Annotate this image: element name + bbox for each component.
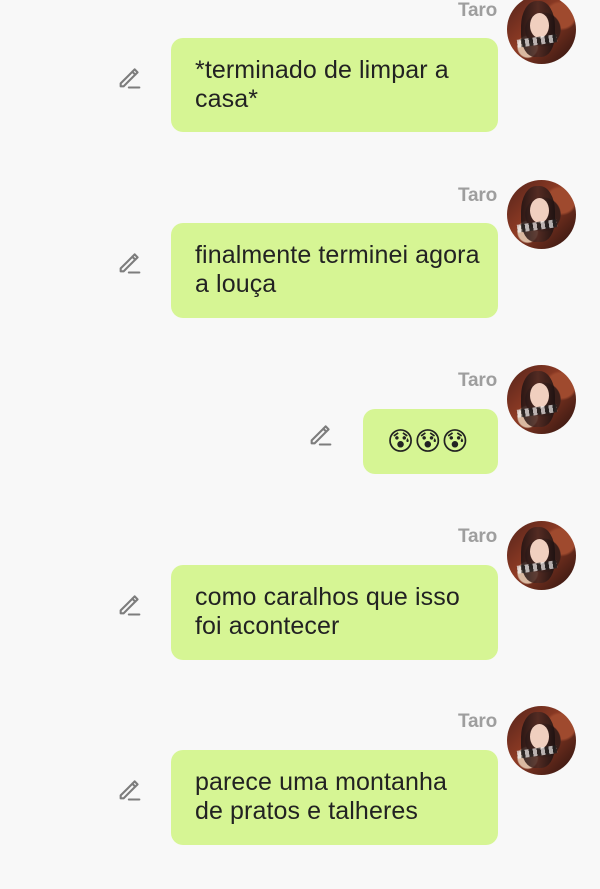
message-text: finalmente terminei agora a louça (195, 241, 480, 298)
message-bubble[interactable]: como caralhos que isso foi acontecer (171, 565, 498, 660)
sender-name: Taro (458, 185, 497, 206)
message-text: *terminado de limpar a casa* (195, 56, 449, 113)
sender-name: Taro (458, 711, 497, 732)
avatar[interactable] (507, 180, 576, 249)
edit-icon[interactable] (307, 420, 335, 448)
avatar[interactable] (507, 365, 576, 434)
sender-name: Taro (458, 0, 497, 21)
edit-icon[interactable] (116, 590, 144, 618)
message-bubble[interactable]: *terminado de limpar a casa* (171, 38, 498, 132)
message-text: como caralhos que isso foi acontecer (195, 583, 460, 640)
sender-name: Taro (458, 370, 497, 391)
edit-icon[interactable] (116, 248, 144, 276)
avatar[interactable] (507, 521, 576, 590)
message-bubble[interactable]: finalmente terminei agora a louça (171, 223, 498, 318)
message-bubble[interactable]: 😰😰😰 (363, 409, 498, 474)
avatar[interactable] (507, 706, 576, 775)
sender-name: Taro (458, 526, 497, 547)
edit-icon[interactable] (116, 63, 144, 91)
message-bubble[interactable]: parece uma montanha de pratos e talheres (171, 750, 498, 845)
edit-icon[interactable] (116, 775, 144, 803)
avatar[interactable] (507, 0, 576, 64)
message-text: parece uma montanha de pratos e talheres (195, 768, 448, 825)
emoji-text: 😰😰😰 (387, 426, 469, 456)
